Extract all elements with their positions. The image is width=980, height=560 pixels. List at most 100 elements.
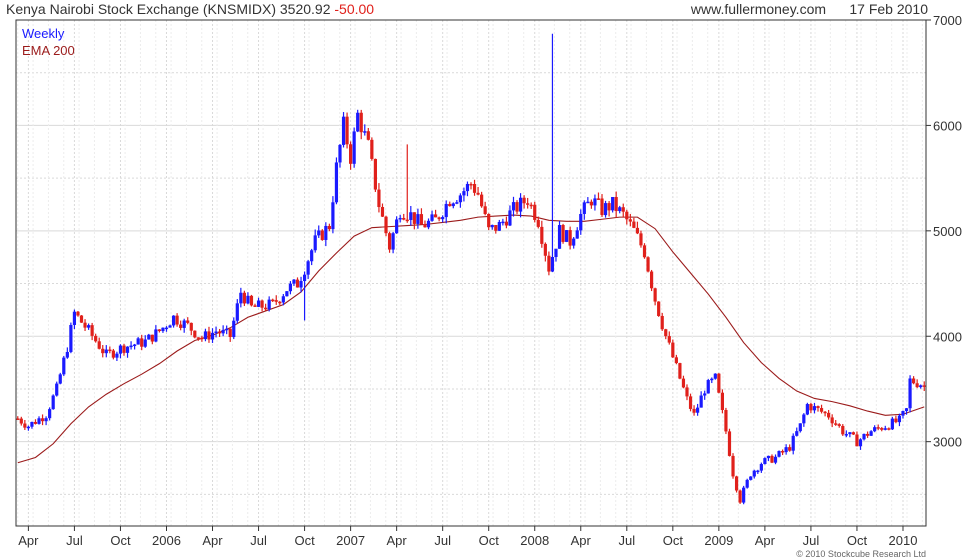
price-bar <box>646 257 650 272</box>
price-bar <box>111 350 115 358</box>
price-bar <box>409 212 413 220</box>
price-bar <box>65 351 69 358</box>
price-bar <box>136 338 140 345</box>
x-tick-label: Apr <box>571 533 592 548</box>
price-bar <box>565 230 569 242</box>
price-bar <box>338 144 342 163</box>
price-bar <box>618 207 622 212</box>
price-bar <box>497 221 501 231</box>
price-bar <box>508 210 512 226</box>
price-bar <box>621 207 625 212</box>
price-bar <box>696 407 700 413</box>
price-bar <box>547 255 551 272</box>
x-tick-label: 2010 <box>889 533 918 548</box>
price-bar <box>161 327 165 332</box>
price-bar <box>625 211 629 220</box>
y-tick-label: 4000 <box>933 329 962 344</box>
price-bar <box>784 447 788 453</box>
price-bar <box>710 378 714 381</box>
price-bar <box>883 428 887 430</box>
price-bar <box>812 406 817 411</box>
price-bar <box>805 404 809 415</box>
legend-ema-200: EMA 200 <box>22 43 75 58</box>
price-bar <box>780 451 785 453</box>
price-bar <box>267 299 271 310</box>
price-bar <box>79 315 84 323</box>
price-bar <box>147 334 151 340</box>
price-bar <box>179 324 183 328</box>
price-bar <box>423 224 427 228</box>
price-bar <box>472 184 477 193</box>
price-bar <box>901 411 905 416</box>
price-bar <box>476 192 480 195</box>
price-bar <box>72 311 77 325</box>
price-bar <box>387 233 392 250</box>
price-bar <box>154 329 158 342</box>
y-tick-label: 7000 <box>933 13 962 28</box>
price-bar <box>302 274 307 282</box>
price-bar <box>703 393 707 396</box>
price-bar <box>603 203 608 216</box>
price-bar <box>200 337 204 340</box>
price-bar <box>455 202 459 204</box>
price-bar <box>572 238 576 246</box>
price-bar <box>919 385 923 388</box>
price-bar <box>480 194 484 207</box>
price-bar <box>586 201 590 204</box>
price-bar <box>349 144 353 164</box>
price-bar <box>717 373 721 393</box>
price-bar <box>196 337 200 339</box>
price-bar <box>122 345 126 353</box>
price-bar <box>851 432 856 435</box>
price-bar <box>897 415 902 423</box>
price-bar <box>69 324 73 352</box>
x-tick-label: Jul <box>618 533 635 548</box>
price-bar <box>642 245 647 258</box>
price-bar <box>359 112 363 133</box>
price-bar <box>766 455 771 459</box>
price-bar <box>678 363 682 379</box>
price-bar <box>97 341 101 349</box>
price-bar <box>589 201 593 206</box>
x-tick-label: Jul <box>434 533 451 548</box>
price-bar <box>731 455 735 477</box>
price-bar <box>745 479 749 488</box>
price-bar <box>83 322 87 328</box>
price-bar <box>742 487 746 503</box>
price-bar <box>922 385 926 387</box>
x-tick-label: Apr <box>755 533 776 548</box>
price-bar <box>596 198 601 200</box>
price-bar <box>865 433 870 436</box>
price-bar <box>370 139 374 159</box>
price-bar <box>327 225 331 230</box>
price-bar <box>788 447 792 451</box>
price-bar <box>504 221 509 226</box>
price-bar <box>632 221 636 228</box>
chart-title: Kenya Nairobi Stock Exchange (KNSMIDX) 3… <box>6 1 374 17</box>
price-bar <box>150 334 154 342</box>
x-tick-label: Oct <box>663 533 684 548</box>
price-bar <box>235 303 239 321</box>
y-tick-label: 5000 <box>933 224 962 239</box>
price-bar <box>557 225 562 249</box>
price-bar <box>48 409 52 419</box>
last-price: 3520.92 <box>279 1 331 17</box>
x-tick-label: Oct <box>294 533 315 548</box>
price-bar <box>242 292 246 304</box>
price-bar <box>582 202 586 214</box>
y-tick-label: 6000 <box>933 118 962 133</box>
price-bar <box>437 217 441 220</box>
price-bar <box>692 408 696 413</box>
price-bar <box>341 116 346 145</box>
price-bar <box>86 325 91 328</box>
price-bar <box>320 230 324 240</box>
price-bar <box>727 431 732 456</box>
price-bar <box>671 342 675 358</box>
price-bar <box>469 183 473 186</box>
price-bar <box>880 428 884 430</box>
price-change: -50.00 <box>334 1 375 17</box>
price-bar <box>600 198 604 216</box>
price-bar <box>221 329 225 334</box>
price-bar <box>543 243 547 256</box>
price-bar <box>271 299 275 302</box>
